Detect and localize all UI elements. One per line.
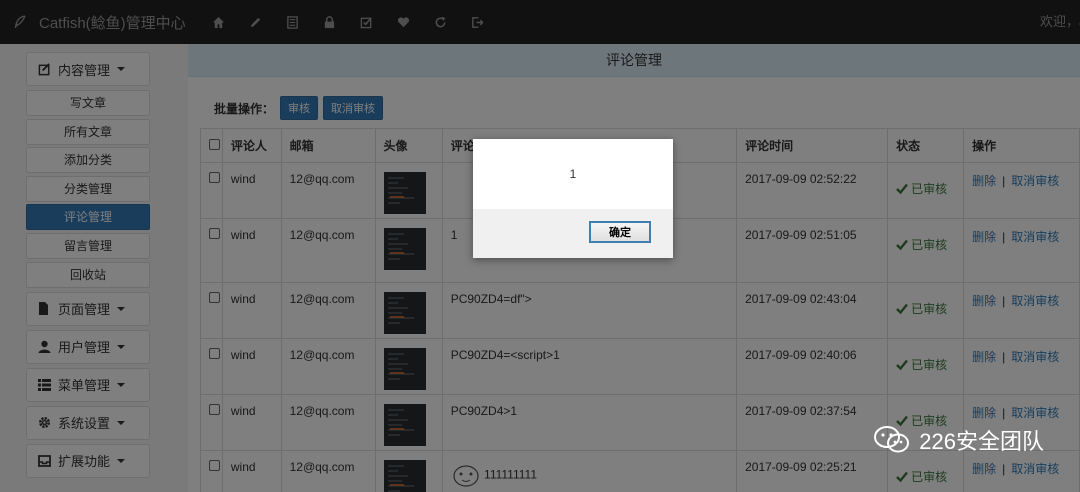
wechat-icon	[874, 426, 910, 453]
alert-footer: 确定	[473, 209, 673, 258]
watermark: 226安全团队	[873, 424, 1044, 456]
ok-button[interactable]: 确定	[589, 221, 651, 243]
watermark-text: 226安全团队	[919, 429, 1044, 454]
alert-dialog: 1 确定	[473, 139, 673, 258]
alert-message: 1	[569, 167, 577, 181]
